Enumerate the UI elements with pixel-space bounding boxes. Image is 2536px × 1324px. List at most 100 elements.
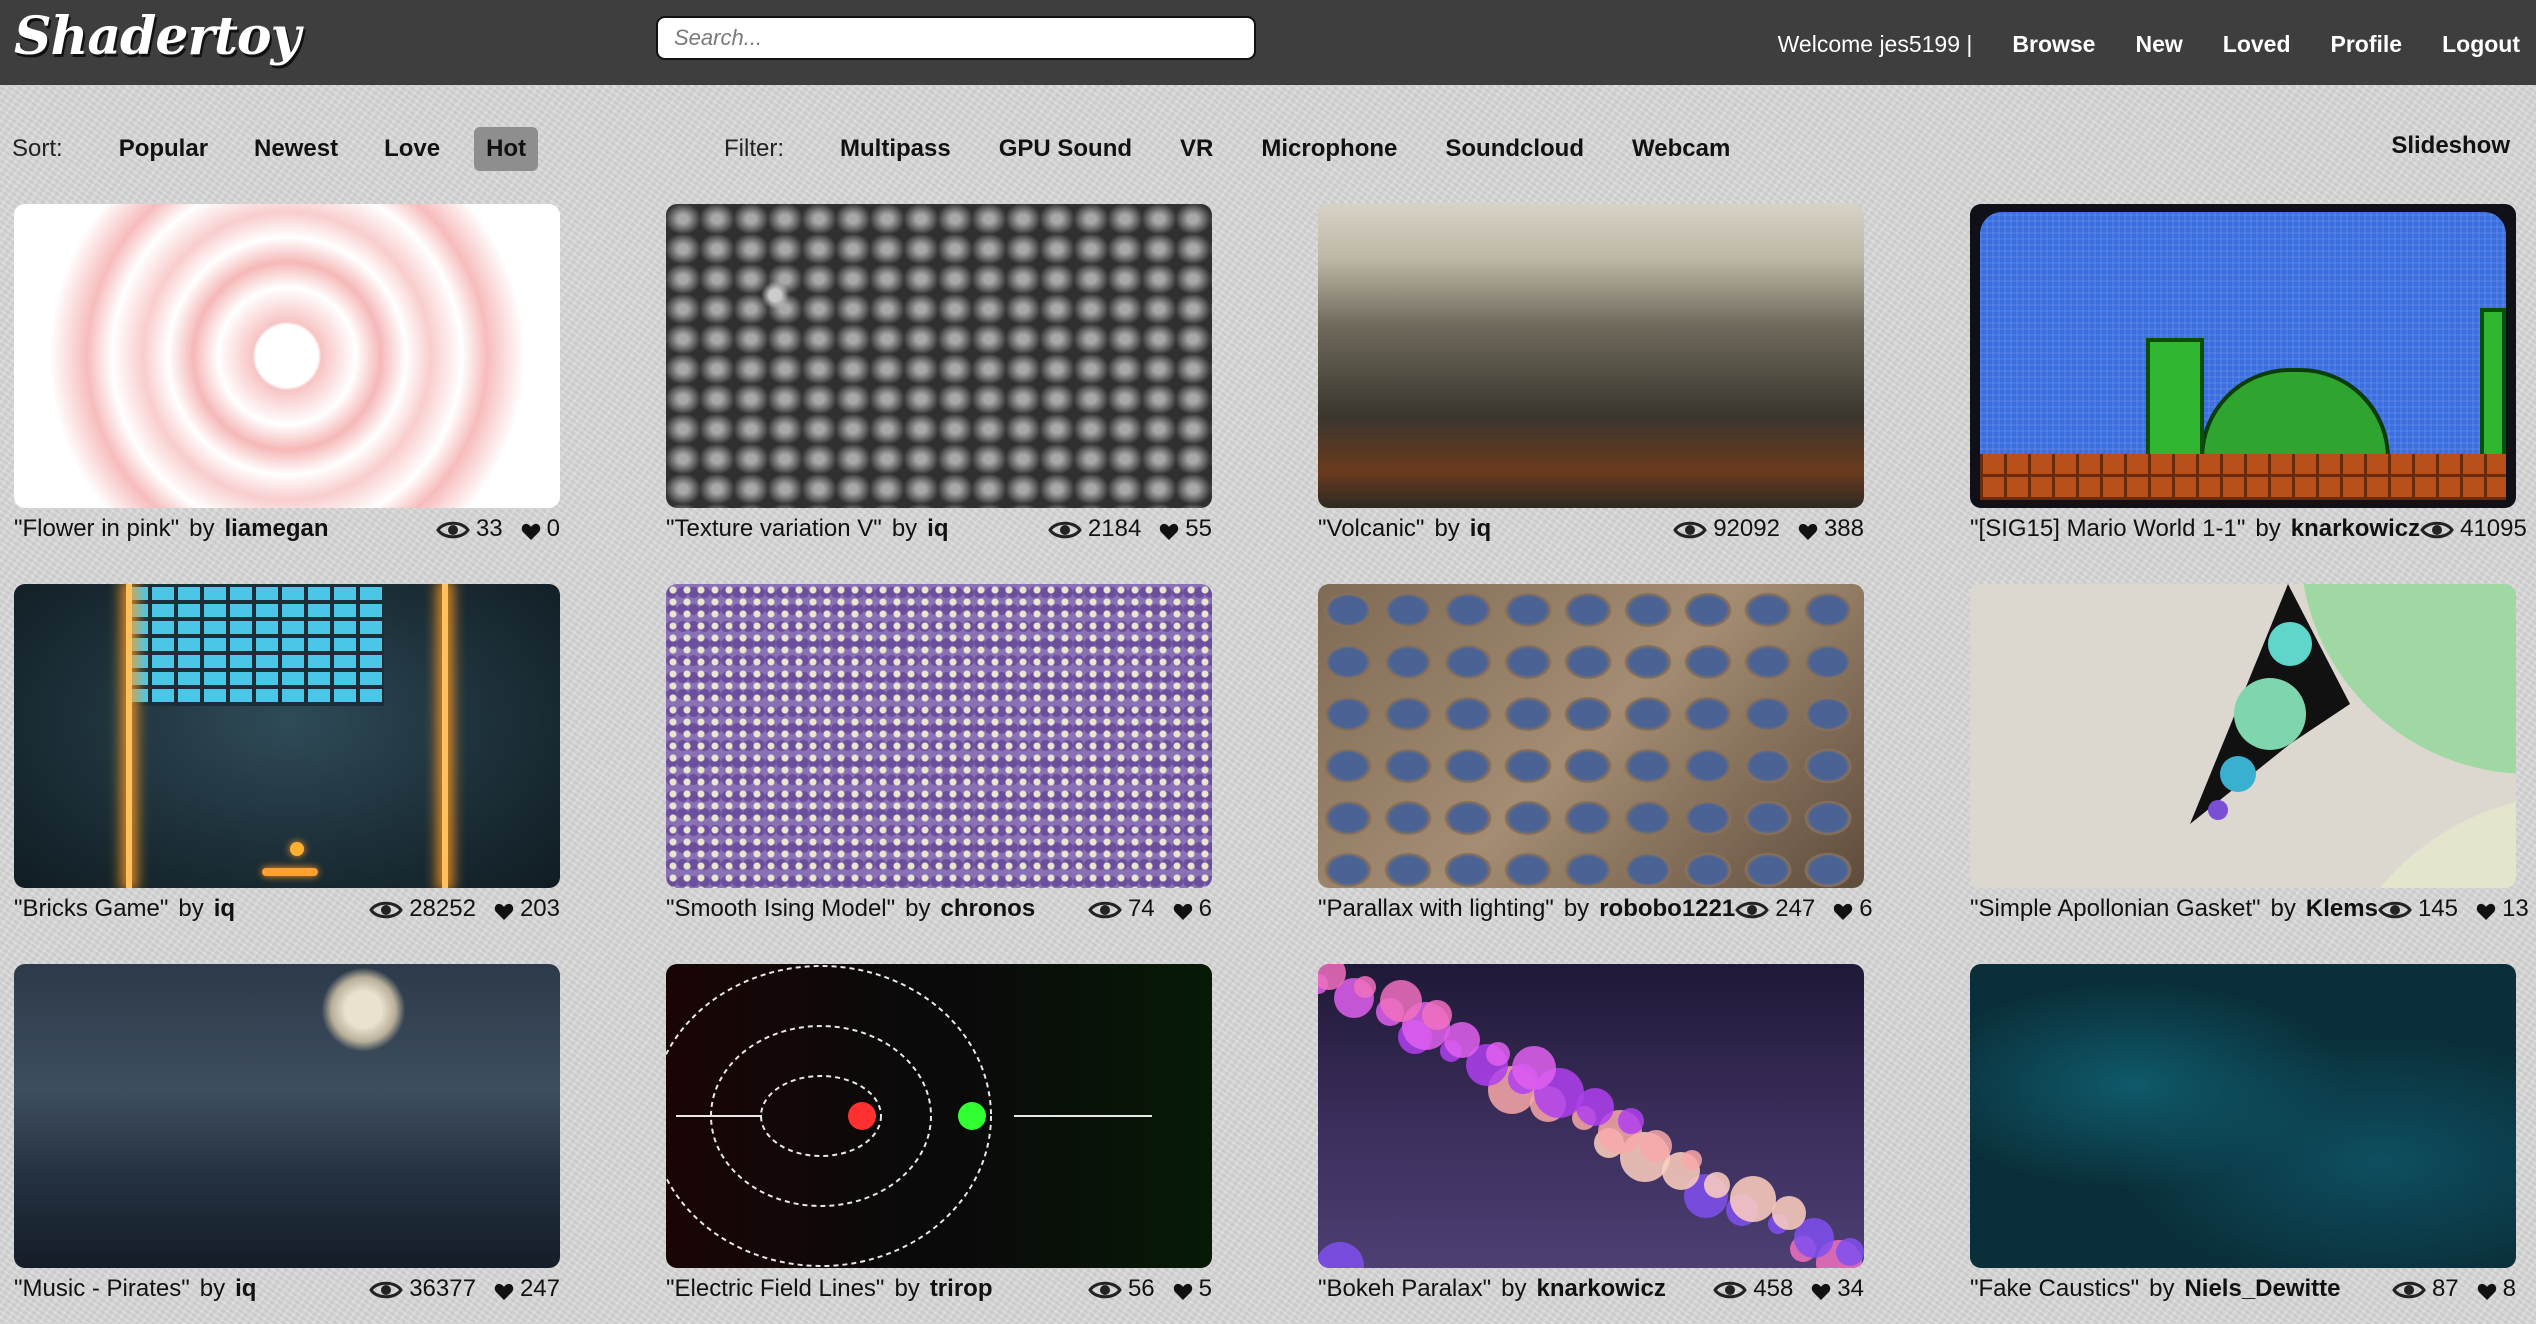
- heart-icon: [521, 520, 541, 540]
- shader-card[interactable]: "Parallax with lighting" by robobo1221 247 6: [1318, 584, 1873, 924]
- like-count: 6: [1859, 895, 1873, 922]
- shader-author-link[interactable]: iq: [214, 895, 235, 923]
- filter-bar: Filter: Multipass GPU Sound VR Microphon…: [724, 126, 1766, 172]
- shader-card[interactable]: "Electric Field Lines" by trirop 56 5: [666, 964, 1212, 1304]
- shader-author-link[interactable]: Niels_Dewitte: [2184, 1275, 2340, 1303]
- laser-left: [126, 584, 132, 888]
- shadertoy-logo[interactable]: Shadertoy: [14, 6, 301, 67]
- ball: [290, 842, 304, 856]
- shader-thumbnail[interactable]: [14, 204, 560, 508]
- eye-icon: [436, 519, 470, 539]
- sort-popular-button[interactable]: Popular: [107, 127, 220, 171]
- shader-card[interactable]: "Smooth Ising Model" by chronos 74 6: [666, 584, 1212, 924]
- shader-thumbnail[interactable]: [1970, 584, 2516, 888]
- shader-author-link[interactable]: liamegan: [224, 515, 328, 543]
- by-label: by: [1563, 895, 1590, 922]
- shader-thumbnail[interactable]: [666, 204, 1212, 508]
- shader-card[interactable]: "Fake Caustics" by Niels_Dewitte 87 8: [1970, 964, 2516, 1304]
- shader-author-link[interactable]: Klems: [2306, 895, 2378, 923]
- shader-author-link[interactable]: knarkowicz: [2291, 515, 2420, 543]
- shader-card[interactable]: "Volcanic" by iq 92092 388: [1318, 204, 1864, 544]
- view-count: 56: [1127, 1275, 1155, 1302]
- shader-author-link[interactable]: iq: [1470, 515, 1491, 543]
- view-count: 458: [1753, 1275, 1794, 1302]
- shader-thumbnail[interactable]: [1318, 584, 1864, 888]
- nav-browse-link[interactable]: Browse: [2012, 31, 2095, 58]
- shader-card[interactable]: "[SIG15] Mario World 1-1" by knarkowicz 410…: [1970, 204, 2527, 544]
- filter-webcam-button[interactable]: Webcam: [1620, 127, 1742, 171]
- shader-card[interactable]: "Bokeh Paralax" by knarkowicz 458 34: [1318, 964, 1864, 1304]
- shader-author-link[interactable]: trirop: [930, 1275, 993, 1303]
- like-count: 388: [1823, 515, 1864, 542]
- shader-caption: "Flower in pink" by liamegan 33 0: [14, 514, 560, 544]
- sort-hot-button[interactable]: Hot: [474, 127, 539, 171]
- heart-icon: [2476, 900, 2496, 920]
- shader-stats: 247 6: [1735, 895, 1873, 923]
- shader-thumbnail[interactable]: [1970, 204, 2516, 508]
- shader-thumbnail[interactable]: [666, 584, 1212, 888]
- view-count: 74: [1127, 895, 1155, 922]
- shader-stats: 36377 247: [369, 1275, 560, 1303]
- eye-icon: [1088, 899, 1122, 919]
- shader-thumbnail[interactable]: [1318, 204, 1864, 508]
- heart-icon: [1159, 520, 1179, 540]
- like-count: 5: [1198, 1275, 1212, 1302]
- nav-profile-link[interactable]: Profile: [2331, 31, 2403, 58]
- shader-author-link[interactable]: iq: [235, 1275, 256, 1303]
- paddle: [262, 868, 318, 876]
- nav-logout-link[interactable]: Logout: [2442, 31, 2520, 58]
- like-count: 6: [1198, 895, 1212, 922]
- sort-love-button[interactable]: Love: [372, 127, 452, 171]
- shader-caption: "Volcanic" by iq 92092 388: [1318, 514, 1864, 544]
- by-label: by: [905, 895, 931, 922]
- shader-thumbnail[interactable]: [666, 964, 1212, 1268]
- shader-author-link[interactable]: chronos: [941, 895, 1036, 923]
- shader-card[interactable]: "Music - Pirates" by iq 36377 247: [14, 964, 560, 1304]
- filter-microphone-button[interactable]: Microphone: [1249, 127, 1409, 171]
- shader-caption: "Bokeh Paralax" by knarkowicz 458 34: [1318, 1274, 1864, 1304]
- heart-icon: [1798, 520, 1818, 540]
- filter-vr-button[interactable]: VR: [1168, 127, 1225, 171]
- shader-caption: "Parallax with lighting" by robobo1221 247 6: [1318, 894, 1873, 924]
- view-count: 33: [475, 515, 503, 542]
- filter-gpu-sound-button[interactable]: GPU Sound: [987, 127, 1144, 171]
- shader-author-link[interactable]: iq: [927, 515, 948, 543]
- shader-card[interactable]: "Texture variation V" by iq 2184 55: [666, 204, 1212, 544]
- shader-author-link[interactable]: knarkowicz: [1537, 1275, 1666, 1303]
- eye-icon: [1735, 899, 1770, 919]
- brick-wall: [126, 584, 384, 706]
- shader-card[interactable]: "Simple Apollonian Gasket" by Klems 145 13: [1970, 584, 2529, 924]
- shader-thumbnail[interactable]: [14, 964, 560, 1268]
- heart-icon: [1811, 1280, 1831, 1300]
- shader-thumbnail[interactable]: [1318, 964, 1864, 1268]
- filter-soundcloud-button[interactable]: Soundcloud: [1433, 127, 1596, 171]
- filter-multipass-button[interactable]: Multipass: [828, 127, 963, 171]
- search-input[interactable]: [656, 16, 1256, 60]
- by-label: by: [189, 515, 215, 542]
- shader-title: "Electric Field Lines": [666, 1275, 885, 1302]
- shader-thumbnail[interactable]: [1970, 964, 2516, 1268]
- shader-card[interactable]: "Flower in pink" by liamegan 33 0: [14, 204, 560, 544]
- by-label: by: [891, 515, 918, 542]
- sort-newest-button[interactable]: Newest: [242, 127, 350, 171]
- nav-new-link[interactable]: New: [2135, 31, 2182, 58]
- nav-loved-link[interactable]: Loved: [2223, 31, 2291, 58]
- eye-icon: [1088, 1279, 1122, 1299]
- shader-caption: "Fake Caustics" by Niels_Dewitte 87 8: [1970, 1274, 2516, 1304]
- shader-card[interactable]: "Bricks Game" by iq 28252 203: [14, 584, 560, 924]
- apollonian-art: [2190, 584, 2516, 888]
- shader-title: "[SIG15] Mario World 1-1": [1970, 515, 2246, 542]
- laser-right: [442, 584, 448, 888]
- by-label: by: [2270, 895, 2296, 922]
- slideshow-button[interactable]: Slideshow: [2391, 132, 2510, 160]
- shader-author-link[interactable]: robobo1221: [1599, 895, 1735, 923]
- shader-title: "Flower in pink": [14, 515, 180, 542]
- eye-icon: [2392, 1279, 2426, 1299]
- view-count: 247: [1775, 895, 1816, 922]
- sort-label: Sort:: [12, 135, 63, 162]
- mario-ground: [1980, 454, 2506, 500]
- shader-thumbnail[interactable]: [14, 584, 560, 888]
- like-count: 0: [546, 515, 560, 542]
- mario-pipe: [2480, 308, 2506, 458]
- heart-icon: [1173, 1280, 1193, 1300]
